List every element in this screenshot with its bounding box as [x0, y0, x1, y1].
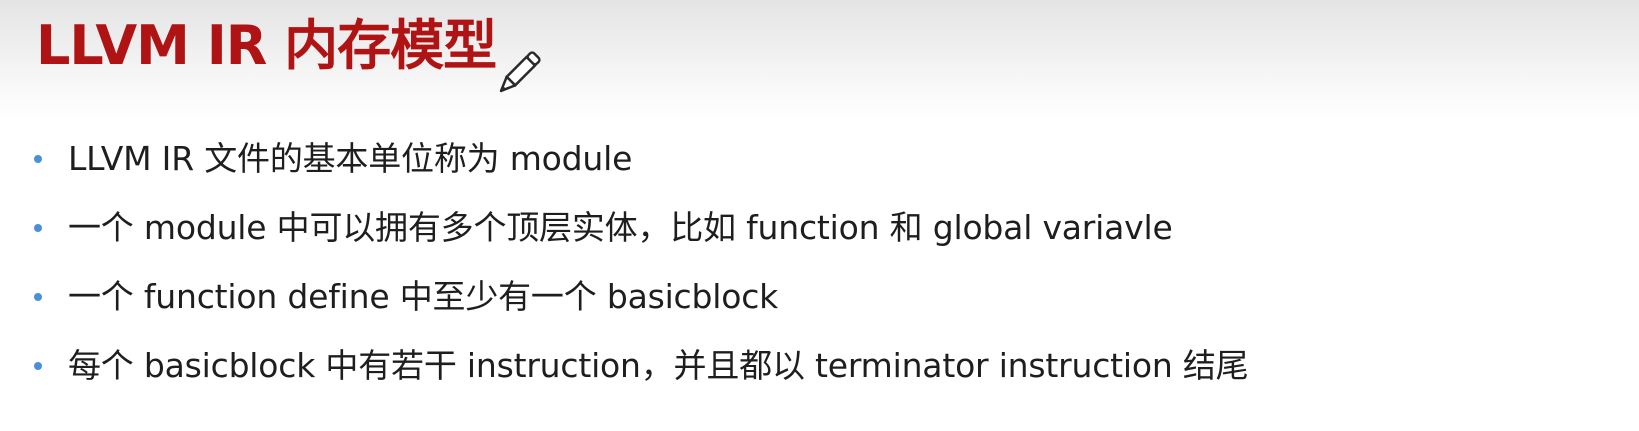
bullet-dot-icon: [34, 224, 42, 232]
bullet-dot-icon: [34, 155, 42, 163]
bullet-item: 一个 module 中可以拥有多个顶层实体，比如 function 和 glob…: [34, 195, 1248, 264]
bullet-dot-icon: [34, 293, 42, 301]
bullet-list: LLVM IR 文件的基本单位称为 module 一个 module 中可以拥有…: [34, 126, 1249, 402]
slide-title: LLVM IR 内存模型: [36, 14, 497, 77]
pencil-icon: [499, 51, 541, 93]
bullet-dot-icon: [34, 362, 42, 370]
slide: LLVM IR 内存模型 LLVM IR 文件的基本单位称为 module 一个…: [0, 0, 1639, 431]
bullet-item: LLVM IR 文件的基本单位称为 module: [34, 126, 1248, 195]
bullet-item: 一个 function define 中至少有一个 basicblock: [34, 264, 1248, 333]
bullet-text: 每个 basicblock 中有若干 instruction，并且都以 term…: [68, 346, 1249, 385]
bullet-text: 一个 function define 中至少有一个 basicblock: [68, 277, 779, 316]
bullet-text: 一个 module 中可以拥有多个顶层实体，比如 function 和 glob…: [68, 208, 1173, 247]
bullet-text: LLVM IR 文件的基本单位称为 module: [68, 139, 633, 178]
bullet-item: 每个 basicblock 中有若干 instruction，并且都以 term…: [34, 333, 1249, 402]
